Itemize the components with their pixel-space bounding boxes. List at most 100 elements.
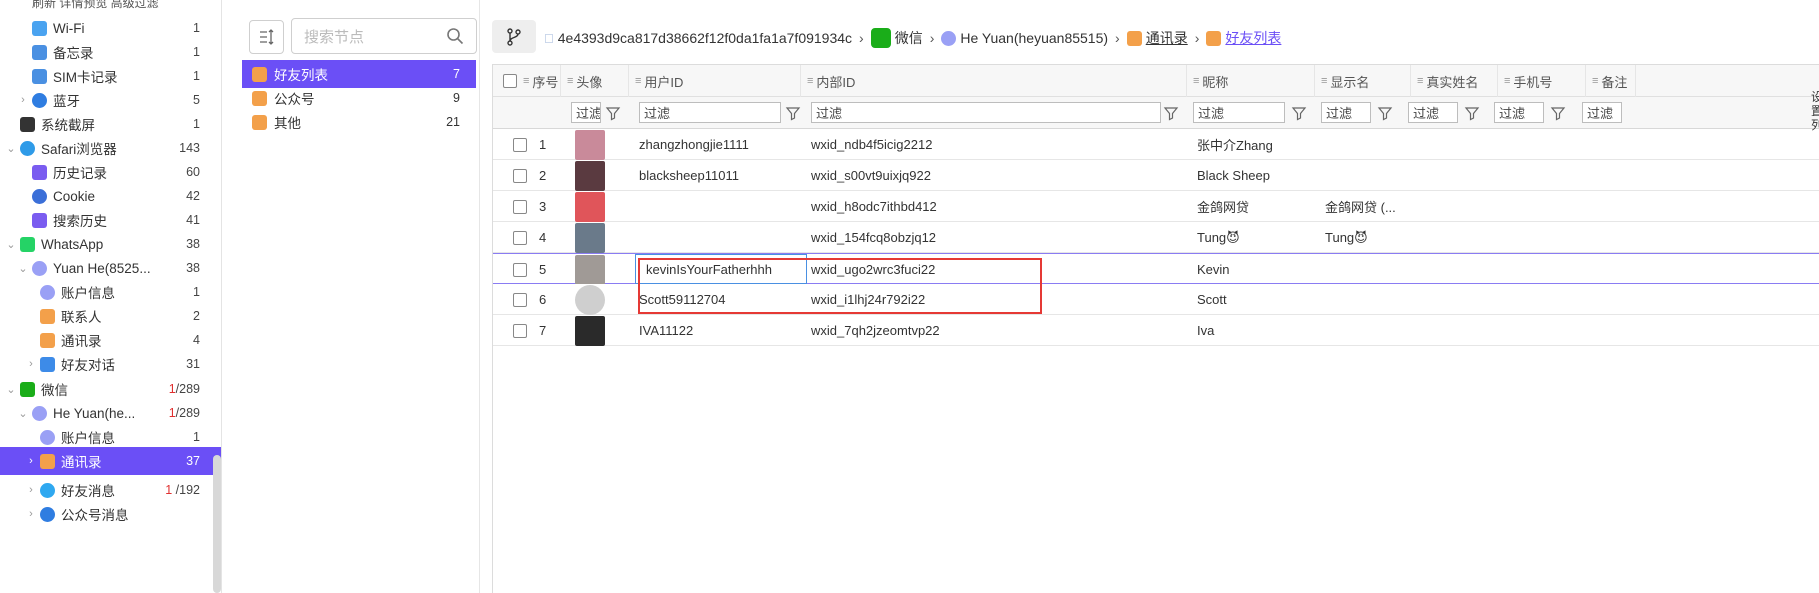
col-avatar-header[interactable]: ≡ 头像 [561,65,629,97]
node-search-input[interactable]: 搜索节点 [291,18,477,54]
column-filter-input[interactable]: 过滤 [811,102,1161,123]
column-filter-input[interactable]: 过滤 [1193,102,1285,123]
chevron-right-icon[interactable]: › [26,508,36,520]
chevron-right-icon[interactable]: › [18,94,28,106]
drag-handle-icon[interactable]: ≡ [1193,75,1200,87]
column-filter-input[interactable]: 过滤 [639,102,781,123]
tree-item[interactable]: › 公众号消息 [0,500,221,528]
table-filter-row: 过滤 过滤 过滤 过滤 过滤 过滤 过滤 过滤 [493,97,1819,129]
search-icon[interactable] [446,27,464,45]
drag-handle-icon[interactable]: ≡ [1504,75,1511,87]
chevron-right-icon[interactable]: › [26,358,36,370]
drag-handle-icon[interactable]: ≡ [1321,75,1328,87]
tree-item[interactable]: › 通讯录 37 [0,447,221,475]
table-row[interactable]: 7 IVA11122 wxid_7qh2jzeomtvp22 Iva [493,315,1819,346]
column-title: 显示名 [1330,74,1370,90]
table-header-row: ≡ 序号 ≡ 头像 ≡ 用户ID ≡ 内部ID ≡ 昵称 ≡ 显示名 ≡ 真实姓名 ≡ 手机号 ≡ 备注 [493,65,1819,97]
table-row[interactable]: 4 wxid_154fcq8obzjq12 Tung😈 Tung😈 [493,222,1819,253]
column-filter-input[interactable]: 过滤 [571,102,601,123]
tree-item-count: 1 [193,21,200,35]
col-user-id-header[interactable]: ≡ 用户ID [629,65,801,97]
chevron-down-icon[interactable]: ⌄ [6,239,16,251]
row-checkbox[interactable] [513,292,527,307]
row-checkbox[interactable] [513,323,527,338]
table-row[interactable]: 3 wxid_h8odc7ithbd412 金鸽网贷 金鸽网贷 (... [493,191,1819,222]
tree-item-count: 1/289 [169,406,200,420]
breadcrumb-current[interactable]: 好友列表 [1225,28,1281,48]
tree-item-label: 历史记录 [53,166,107,181]
col-index-header[interactable]: ≡ 序号 [493,65,561,97]
avatar [575,315,605,346]
user-id-cell: zhangzhongjie1111 [639,137,749,152]
chevron-down-icon[interactable]: ⌄ [18,408,28,420]
filter-icon[interactable] [1377,105,1393,121]
row-index-cell: 3 [493,191,561,222]
tree-item[interactable]: › 好友对话 31 [0,350,221,378]
breadcrumb-device[interactable]: 4e4393d9ca817d38662f12f0da1fa1a7f091934c [558,30,852,46]
row-checkbox[interactable] [513,168,527,183]
chevron-down-icon[interactable]: ⌄ [18,263,28,275]
column-filter-input[interactable]: 过滤 [1582,102,1622,123]
tree-item-label: Wi-Fi [53,20,85,36]
drag-handle-icon[interactable]: ≡ [635,75,642,87]
node-list-panel: 搜索节点 好友列表 7 公众号 9 其他 21 [232,0,480,593]
table-row[interactable]: 1 zhangzhongjie1111 wxid_ndb4f5icig2212 张中介… [493,129,1819,160]
row-index-cell: 2 [493,160,561,191]
filter-icon[interactable] [785,105,801,121]
chevron-right-icon[interactable]: › [26,484,36,496]
tree-item-count: 41 [186,213,200,227]
tree-scrollbar[interactable] [213,455,221,593]
column-filter-input[interactable]: 过滤 [1408,102,1458,123]
avatar-cell [561,129,629,160]
history-icon [32,164,47,180]
row-checkbox[interactable] [513,199,527,214]
avatar [575,222,605,253]
chevron-down-icon[interactable]: ⌄ [6,384,16,396]
drag-handle-icon[interactable]: ≡ [807,75,814,87]
filter-icon[interactable] [1550,105,1566,121]
column-settings-tab[interactable]: 设 置 列 [1811,90,1819,132]
tree-item-count: 1 [193,430,200,444]
col-phone-header[interactable]: ≡ 手机号 [1498,65,1586,97]
filter-icon[interactable] [605,105,621,121]
filter-icon[interactable] [1163,105,1179,121]
drag-handle-icon[interactable]: ≡ [523,75,530,87]
chevron-down-icon[interactable]: ⌄ [6,143,16,155]
tree-item-count: 1/289 [169,382,200,396]
col-internal-id-header[interactable]: ≡ 内部ID [801,65,1187,97]
filter-icon[interactable] [1464,105,1480,121]
table-row[interactable]: 2 blacksheep11011 wxid_s00vt9uixjq922 Black… [493,160,1819,191]
col-display-name-header[interactable]: ≡ 显示名 [1315,65,1411,97]
row-checkbox[interactable] [513,262,527,277]
phone-cell [1498,129,1586,160]
user-icon [941,30,957,46]
col-real-name-header[interactable]: ≡ 真实姓名 [1411,65,1498,97]
select-all-checkbox[interactable] [503,74,517,88]
drag-handle-icon[interactable]: ≡ [1592,75,1599,87]
filter-icon[interactable] [1291,105,1307,121]
breadcrumb-account[interactable]: He Yuan(heyuan85515) [960,30,1108,46]
nickname-cell: Iva [1197,323,1215,338]
display-name-cell [1325,284,1411,315]
tree-item-label: 系统截屏 [41,118,95,133]
col-nickname-header[interactable]: ≡ 昵称 [1187,65,1315,97]
col-remark-header[interactable]: ≡ 备注 [1586,65,1636,97]
sort-button[interactable] [249,20,284,54]
avatar-cell [561,254,629,285]
breadcrumb-app[interactable]: 微信 [895,28,923,48]
column-filter-input[interactable]: 过滤 [1494,102,1544,123]
row-index: 4 [539,230,547,245]
internal-id-cell: wxid_h8odc7ithbd412 [811,199,937,214]
drag-handle-icon[interactable]: ≡ [1417,75,1424,87]
node-item-other[interactable]: 其他 21 [242,108,476,136]
column-filter-input[interactable]: 过滤 [1321,102,1371,123]
drag-handle-icon[interactable]: ≡ [567,75,574,87]
row-checkbox[interactable] [513,230,527,245]
path-toggle-button[interactable] [492,20,536,53]
row-checkbox[interactable] [513,137,527,152]
node-item-count: 7 [453,67,460,81]
display-name-cell [1325,315,1411,346]
chevron-right-icon[interactable]: › [26,455,36,467]
wechat-icon [870,28,891,48]
breadcrumb-section[interactable]: 通讯录 [1146,28,1188,48]
